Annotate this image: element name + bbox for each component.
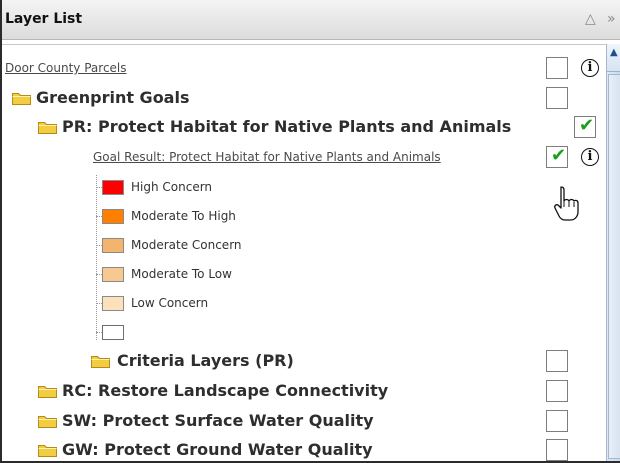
layer-label-criteria-pr[interactable]: Criteria Layers (PR) bbox=[117, 346, 294, 376]
layer-label-rc[interactable]: RC: Restore Landscape Connectivity bbox=[62, 376, 388, 406]
legend-swatch-2 bbox=[102, 238, 124, 253]
folder-icon bbox=[38, 445, 57, 457]
legend-swatch-4 bbox=[102, 296, 124, 311]
hand-pointer-icon bbox=[554, 186, 579, 221]
legend-label: Moderate To Low bbox=[131, 267, 232, 281]
layer-label-gw[interactable]: GW: Protect Ground Water Quality bbox=[62, 435, 373, 461]
collapse-icon[interactable]: △ bbox=[585, 9, 596, 29]
checkmark-icon: ✔ bbox=[551, 145, 567, 166]
checkbox-goal-result[interactable]: ✔ bbox=[546, 145, 568, 168]
scroll-up-button[interactable]: ▲ bbox=[607, 44, 620, 72]
legend-label: Moderate To High bbox=[131, 209, 236, 223]
legend-row: Moderate To Low bbox=[2, 259, 606, 289]
legend-row: Moderate Concern bbox=[2, 230, 606, 260]
legend-row: High Concern bbox=[2, 172, 606, 202]
checkbox-gw[interactable] bbox=[546, 439, 568, 461]
legend-swatch-0 bbox=[102, 180, 124, 195]
folder-icon bbox=[38, 122, 57, 134]
close-panel-icon[interactable]: » bbox=[607, 9, 616, 29]
legend-swatch-3 bbox=[102, 267, 124, 282]
info-icon[interactable]: i bbox=[581, 59, 599, 77]
layer-row-gw: GW: Protect Ground Water Quality bbox=[2, 435, 606, 461]
checkbox-rc[interactable] bbox=[546, 380, 568, 402]
folder-icon bbox=[38, 416, 57, 428]
checkbox-door-county[interactable] bbox=[546, 57, 568, 79]
legend-swatch-1 bbox=[102, 209, 124, 224]
scroll-thumb[interactable] bbox=[608, 74, 620, 459]
legend-row: Low Concern bbox=[2, 288, 606, 318]
info-icon[interactable]: i bbox=[581, 148, 599, 166]
layer-row-criteria-pr: Criteria Layers (PR) bbox=[2, 346, 606, 376]
layer-label-sw[interactable]: SW: Protect Surface Water Quality bbox=[62, 406, 374, 436]
legend-row bbox=[2, 317, 606, 347]
legend-swatch-5 bbox=[102, 325, 124, 340]
layer-label-pr[interactable]: PR: Protect Habitat for Native Plants an… bbox=[62, 112, 511, 142]
legend-row: Moderate To High bbox=[2, 201, 606, 231]
folder-icon bbox=[12, 93, 31, 105]
legend-label: Moderate Concern bbox=[131, 238, 242, 252]
layer-row-door-county: Door County Parcels i bbox=[2, 53, 606, 83]
legend-label: Low Concern bbox=[131, 296, 209, 310]
layer-row-goal-result: Goal Result: Protect Habitat for Native … bbox=[2, 142, 606, 172]
panel-title-bar: Layer List △ » bbox=[2, 0, 620, 40]
checkbox-criteria-pr[interactable] bbox=[546, 350, 568, 372]
legend-label: High Concern bbox=[131, 180, 213, 194]
checkmark-icon: ✔ bbox=[579, 115, 595, 136]
panel-title: Layer List bbox=[5, 11, 83, 27]
layer-row-greenprint: Greenprint Goals bbox=[2, 83, 606, 113]
checkbox-sw[interactable] bbox=[546, 410, 568, 432]
layer-label-goal-result[interactable]: Goal Result: Protect Habitat for Native … bbox=[93, 142, 441, 172]
checkbox-greenprint[interactable] bbox=[546, 87, 568, 109]
layer-label-door-county[interactable]: Door County Parcels bbox=[5, 53, 127, 83]
layer-list-panel: Layer List △ » Door County Parcels i Gre… bbox=[0, 0, 620, 463]
layer-row-pr: PR: Protect Habitat for Native Plants an… bbox=[2, 112, 606, 142]
layer-list-content: Door County Parcels i Greenprint Goals P… bbox=[2, 44, 606, 461]
folder-icon bbox=[91, 356, 110, 368]
layer-label-greenprint[interactable]: Greenprint Goals bbox=[36, 83, 189, 113]
folder-icon bbox=[38, 386, 57, 398]
layer-row-rc: RC: Restore Landscape Connectivity bbox=[2, 376, 606, 406]
scroll-up-icon: ▲ bbox=[610, 47, 618, 58]
checkbox-pr[interactable]: ✔ bbox=[574, 115, 596, 138]
layer-row-sw: SW: Protect Surface Water Quality bbox=[2, 406, 606, 436]
vertical-scrollbar[interactable]: ▲ bbox=[606, 44, 620, 461]
